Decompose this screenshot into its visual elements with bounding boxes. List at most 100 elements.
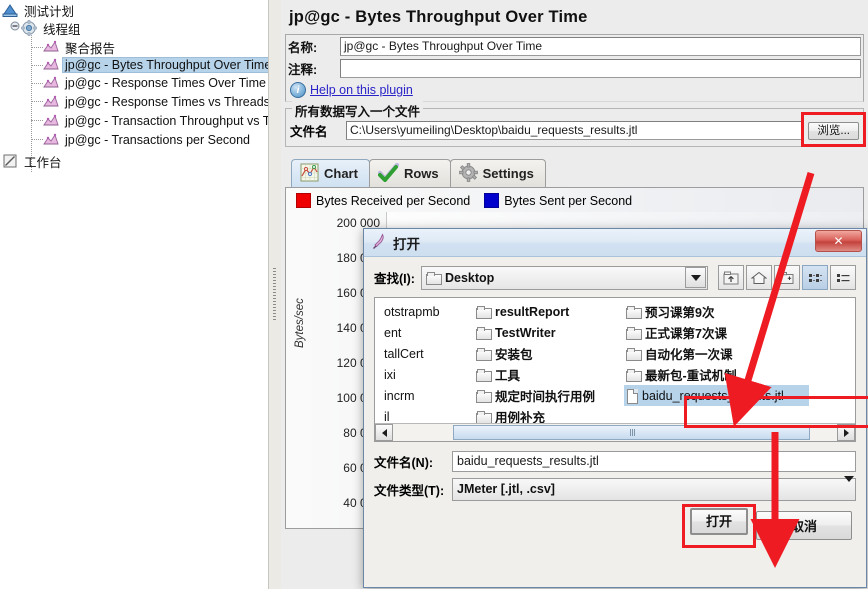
legend-swatch [484,193,500,208]
browse-button[interactable]: 浏览... [808,122,859,140]
file-name: TestWriter [495,325,556,340]
list-item[interactable]: resultReport [474,301,624,322]
list-item[interactable]: 自动化第一次课 [624,343,809,364]
cancel-button[interactable]: 取消 [756,511,852,540]
jmeter-feather-icon [372,233,387,252]
dialog-title: 打开 [393,236,420,252]
list-item[interactable]: ixi [378,364,474,385]
tree-node-label: jp@gc - Response Times vs Threads [65,95,268,109]
tab-bar[interactable]: Chart Rows Settings [291,157,868,187]
home-icon[interactable] [746,265,772,290]
file-list[interactable]: otstrapmb ent tallCert ixi incrm il resu… [374,297,856,442]
list-item[interactable]: incrm [378,385,474,406]
list-item[interactable]: otstrapmb [378,301,474,322]
dialog-filetype-label: 文件类型(T): [374,483,445,498]
tree-node-workbench[interactable]: 工作台 [2,152,65,170]
file-list-hscrollbar[interactable] [375,423,855,441]
listener-icon [43,132,59,148]
folder-icon [626,305,642,319]
tree-node-label: 聚合报告 [65,41,116,56]
dialog-filetype-value: JMeter [.jtl, .csv] [457,482,555,496]
tree-expand-toggle-icon[interactable] [10,20,20,36]
name-input[interactable]: jp@gc - Bytes Throughput Over Time [340,36,861,56]
list-item[interactable]: ent [378,322,474,343]
file-name: 正式课第7次课 [645,327,727,341]
tree-node-bytes-throughput-over-time[interactable]: jp@gc - Bytes Throughput Over Time [43,56,268,74]
pane-splitter[interactable] [268,0,282,589]
up-folder-icon[interactable] [718,265,744,290]
new-folder-icon[interactable] [774,265,800,290]
dialog-filename-input[interactable]: baidu_requests_results.jtl [452,451,856,472]
tab-rows[interactable]: Rows [368,159,451,187]
file-name: 规定时间执行用例 [495,390,596,404]
tree-guide [31,101,43,102]
write-all-data-group: 所有数据写入一个文件 文件名 C:\Users\yumeiling\Deskto… [285,101,866,147]
scroll-track[interactable] [393,424,837,441]
list-item[interactable]: 安装包 [474,343,624,364]
file-column-2: resultReport TestWriter 安装包 工具 规定时间执行用例 … [474,301,624,427]
list-item[interactable]: 预习课第9次 [624,301,809,322]
tree-guide [31,47,43,48]
list-item-selected-file[interactable]: baidu_requests_results.jtl [624,385,809,406]
comment-input[interactable] [340,58,861,78]
file-name: il [384,409,390,424]
list-item[interactable]: TestWriter [474,322,624,343]
chevron-down-icon[interactable] [685,267,706,288]
tree-node-thread-group[interactable]: 线程组 [10,19,84,37]
tree-node-test-plan[interactable]: 测试计划 [2,1,77,19]
dialog-filename-label: 文件名(N): [374,456,434,470]
help-row: i Help on this plugin [286,79,863,101]
dialog-filetype-row: 文件类型(T): JMeter [.jtl, .csv] [374,476,856,502]
tree-node-transaction-throughput-vs-threads[interactable]: jp@gc - Transaction Throughput vs Thr [43,112,268,130]
tab-chart[interactable]: Chart [291,159,370,187]
legend-label: Bytes Received per Second [316,193,471,208]
list-item[interactable]: 正式课第7次课 [624,322,809,343]
workbench-icon [2,153,18,169]
scroll-right-icon[interactable] [837,424,855,441]
file-icon [626,388,638,404]
open-file-dialog[interactable]: 打开 ✕ 查找(I): Desktop otstrapmb ent tallCe… [363,228,867,588]
legend-label: Bytes Sent per Second [504,193,633,208]
name-comment-section: 名称: jp@gc - Bytes Throughput Over Time 注… [285,34,864,102]
list-item[interactable]: 最新包-重试机制 [624,364,809,385]
folder-icon [476,368,492,382]
tab-rows-label: Rows [403,166,439,181]
browse-button-wrap: 浏览... [801,112,866,147]
open-button[interactable]: 打开 [689,508,748,535]
chevron-down-icon[interactable] [844,476,854,496]
tree-guide [31,139,43,140]
scroll-left-icon[interactable] [375,424,393,441]
close-icon[interactable]: ✕ [815,230,862,252]
folder-icon [425,271,442,285]
folder-icon [476,410,492,424]
test-plan-tree[interactable]: 测试计划 线程组 聚合报告 jp@gc - Bytes Throughput O… [0,0,268,589]
listener-icon [43,57,59,73]
legend-item-bytes-received: Bytes Received per Second [296,193,470,208]
dialog-button-row: 打开 取消 [374,504,856,548]
look-in-combo[interactable]: Desktop [420,265,708,290]
dialog-toolbar[interactable] [718,265,856,290]
tree-node-response-times-vs-threads[interactable]: jp@gc - Response Times vs Threads [43,93,268,111]
dialog-filename-row: 文件名(N): baidu_requests_results.jtl [374,447,856,476]
tile-view-icon[interactable] [802,265,828,290]
list-item[interactable]: 规定时间执行用例 [474,385,624,406]
comment-label: 注释: [288,62,318,77]
name-row: 名称: jp@gc - Bytes Throughput Over Time [286,35,863,57]
tree-node-response-times-over-time[interactable]: jp@gc - Response Times Over Time [43,74,268,92]
file-name: 安装包 [495,348,533,362]
list-item[interactable]: 工具 [474,364,624,385]
dialog-title-bar[interactable]: 打开 ✕ [364,229,866,257]
filename-input[interactable]: C:\Users\yumeiling\Desktop\baidu_request… [346,120,805,140]
tree-node-transactions-per-second[interactable]: jp@gc - Transactions per Second [43,131,253,149]
details-view-icon[interactable] [830,265,856,290]
file-name: ent [384,325,402,340]
tab-settings[interactable]: Settings [449,159,546,187]
scroll-thumb[interactable] [453,425,810,440]
list-item[interactable]: tallCert [378,343,474,364]
dialog-filetype-combo[interactable]: JMeter [.jtl, .csv] [452,476,856,501]
file-name: incrm [384,388,415,403]
help-on-plugin-link[interactable]: Help on this plugin [310,83,413,97]
tree-node-aggregate-report[interactable]: 聚合报告 [43,38,118,56]
chart-icon [300,163,319,185]
chart-legend: Bytes Received per Second Bytes Sent per… [286,188,863,208]
